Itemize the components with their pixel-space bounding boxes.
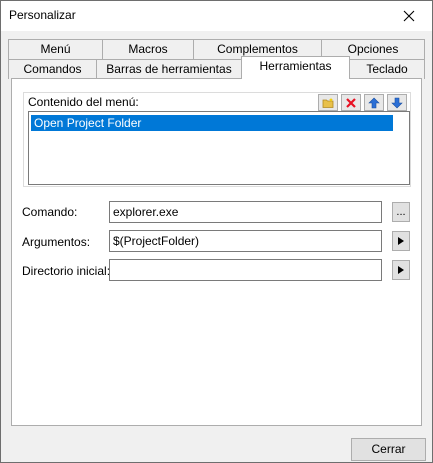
tab-comandos[interactable]: Comandos <box>8 59 97 79</box>
browse-command-button[interactable]: ... <box>392 202 410 222</box>
new-tool-button[interactable] <box>318 94 338 111</box>
arrow-right-icon <box>398 237 404 245</box>
new-folder-icon <box>322 97 334 108</box>
close-dialog-button[interactable]: Cerrar <box>351 438 426 461</box>
title-bar: Personalizar <box>1 1 432 31</box>
list-item[interactable]: Open Project Folder <box>31 115 393 131</box>
tab-barras-de-herramientas[interactable]: Barras de herramientas <box>96 59 242 79</box>
initial-directory-label: Directorio inicial: <box>22 264 111 278</box>
menu-contents-label: Contenido del menú: <box>28 95 139 109</box>
tab-menu[interactable]: Menú <box>8 39 103 59</box>
dialog-title: Personalizar <box>9 8 76 22</box>
move-down-icon <box>391 97 403 108</box>
menu-contents-list[interactable]: Open Project Folder <box>28 111 410 185</box>
move-down-button[interactable] <box>387 94 407 111</box>
customize-dialog: Personalizar Menú Macros Complementos Op… <box>0 0 433 463</box>
window-close-button[interactable] <box>386 1 432 31</box>
move-up-icon <box>368 97 380 108</box>
close-icon <box>403 10 415 22</box>
initial-directory-field[interactable] <box>109 259 382 281</box>
tools-tab-panel: Contenido del menú: Open Project Folder <box>11 78 422 426</box>
move-up-button[interactable] <box>364 94 384 111</box>
delete-tool-button[interactable] <box>341 94 361 111</box>
arrow-right-icon <box>398 266 404 274</box>
tab-teclado[interactable]: Teclado <box>349 59 425 79</box>
arguments-field[interactable]: $(ProjectFolder) <box>109 230 382 252</box>
tab-herramientas[interactable]: Herramientas <box>241 56 350 79</box>
arguments-menu-button[interactable] <box>392 231 410 251</box>
arguments-label: Argumentos: <box>22 235 91 249</box>
tab-macros[interactable]: Macros <box>102 39 194 59</box>
initial-directory-menu-button[interactable] <box>392 260 410 280</box>
delete-icon <box>346 97 356 108</box>
command-label: Comando: <box>22 205 78 219</box>
command-field[interactable]: explorer.exe <box>109 201 382 223</box>
